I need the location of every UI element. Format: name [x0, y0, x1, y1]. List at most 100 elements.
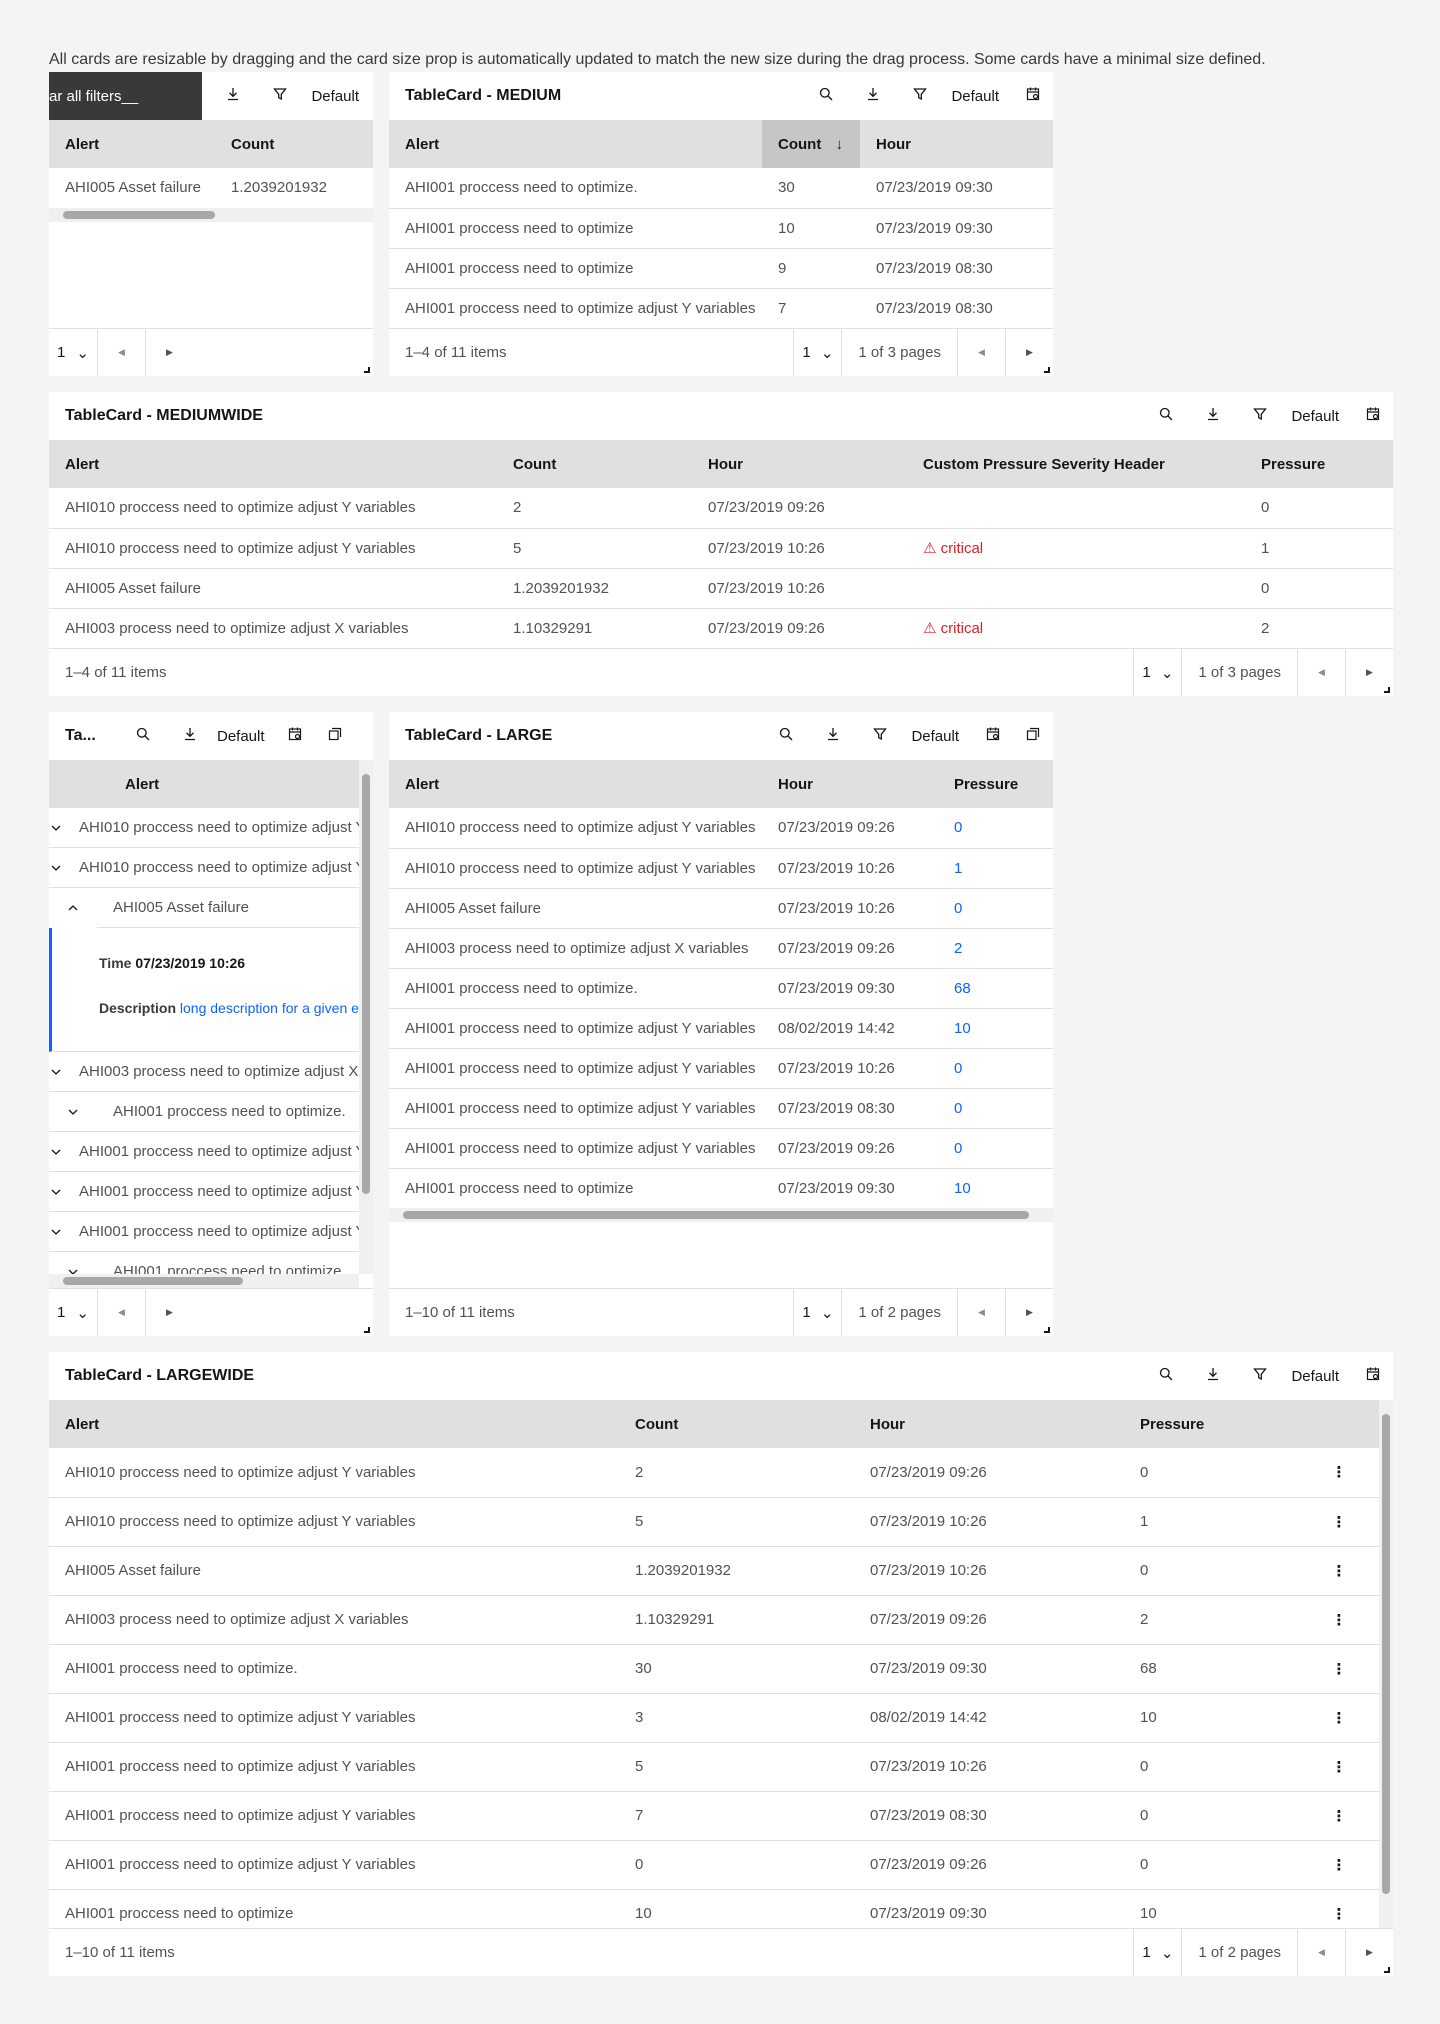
column-header-count[interactable]: Count ↓	[762, 120, 860, 168]
table-row[interactable]: AHI001 proccess need to optimize adjust …	[389, 1048, 1053, 1089]
page-select[interactable]: 1 ⌄	[1133, 1928, 1181, 1976]
column-header-hour[interactable]: Hour	[860, 120, 1053, 168]
row-overflow-menu-button[interactable]: ⋮	[1299, 1644, 1379, 1694]
prev-page-button[interactable]: ◀	[957, 328, 1005, 376]
table-row[interactable]: AHI001 proccess need to optimize 10 07/23/…	[49, 1889, 1379, 1928]
table-row[interactable]: AHI001 proccess need to optimize adjust …	[49, 1132, 359, 1172]
prev-page-button[interactable]: ◀	[1297, 648, 1345, 696]
table-row[interactable]: AHI010 proccess need to optimize adjust …	[49, 1497, 1379, 1547]
filter-button[interactable]	[896, 72, 943, 120]
view-default-label[interactable]: Default	[1283, 1368, 1353, 1385]
cell-pressure[interactable]: 0	[938, 1128, 1053, 1169]
table-row-expanded[interactable]: AHI005 Asset failure	[49, 888, 359, 928]
column-header-pressure[interactable]: Pressure	[1245, 440, 1393, 488]
table-row[interactable]: AHI003 process need to optimize adjust X…	[49, 1595, 1379, 1645]
cell-pressure[interactable]: 68	[938, 968, 1053, 1009]
page-select[interactable]: 1 ⌄	[793, 328, 841, 376]
view-default-label[interactable]: Default	[903, 728, 973, 745]
table-row[interactable]: AHI003 process need to optimize adjust X…	[49, 608, 1393, 649]
row-overflow-menu-button[interactable]: ⋮	[1299, 1448, 1379, 1498]
clear-all-filters-button[interactable]: ar all filters__	[49, 72, 202, 120]
row-overflow-menu-button[interactable]: ⋮	[1299, 1546, 1379, 1596]
table-row[interactable]: AHI001 proccess need to optimize adjust …	[389, 288, 1053, 329]
search-button[interactable]	[762, 712, 809, 760]
row-overflow-menu-button[interactable]: ⋮	[1299, 1840, 1379, 1890]
column-settings-button[interactable]	[275, 712, 315, 760]
table-row[interactable]: AHI005 Asset failure 07/23/2019 10:26 0	[389, 888, 1053, 929]
view-default-label[interactable]: Default	[303, 88, 373, 105]
column-header-hour[interactable]: Hour	[762, 760, 938, 808]
filter-button[interactable]	[1236, 1352, 1283, 1400]
table-row[interactable]: AHI001 proccess need to optimize. 30 07/23…	[389, 168, 1053, 209]
column-header-hour[interactable]: Hour	[692, 440, 907, 488]
prev-page-button[interactable]: ◀	[1297, 1928, 1345, 1976]
column-header-alert[interactable]: Alert	[49, 1400, 619, 1448]
column-header-count[interactable]: Count	[497, 440, 692, 488]
table-row[interactable]: AHI001 proccess need to optimize adjust …	[49, 1212, 359, 1252]
chevron-up-icon[interactable]	[49, 901, 97, 915]
cell-pressure[interactable]: 1	[938, 848, 1053, 889]
resize-handle[interactable]	[1384, 1967, 1390, 1973]
table-row[interactable]: AHI001 proccess need to optimize 10 07/23/…	[389, 208, 1053, 249]
download-button[interactable]	[1189, 1352, 1236, 1400]
prev-page-button[interactable]: ◀	[97, 328, 145, 376]
table-row[interactable]: AHI001 proccess need to optimize. 07/23/2…	[389, 968, 1053, 1009]
cell-pressure[interactable]: 10	[938, 1168, 1053, 1209]
page-select[interactable]: 1 ⌄	[49, 329, 97, 377]
row-overflow-menu-button[interactable]: ⋮	[1299, 1595, 1379, 1645]
download-button[interactable]	[809, 712, 856, 760]
column-header-alert[interactable]: Alert	[49, 120, 215, 168]
view-default-label[interactable]: Default	[213, 728, 275, 745]
cell-pressure[interactable]: 0	[938, 1048, 1053, 1089]
table-row[interactable]: AHI005 Asset failure 1.2039201932	[49, 168, 373, 209]
prev-page-button[interactable]: ◀	[97, 1288, 145, 1336]
column-header-alert[interactable]: Alert	[49, 760, 359, 808]
search-button[interactable]	[119, 712, 166, 760]
table-row[interactable]: AHI001 proccess need to optimize adjust …	[389, 1008, 1053, 1049]
next-page-button[interactable]: ▶	[145, 1288, 193, 1336]
search-button[interactable]	[1142, 1352, 1189, 1400]
resize-handle[interactable]	[364, 367, 370, 373]
filter-button[interactable]	[1236, 392, 1283, 440]
cell-pressure[interactable]: 2	[938, 928, 1053, 969]
table-row[interactable]: AHI001 proccess need to optimize adjust …	[49, 1172, 359, 1212]
cell-pressure[interactable]: 0	[938, 888, 1053, 929]
horizontal-scrollbar[interactable]	[49, 1274, 359, 1288]
download-button[interactable]	[1189, 392, 1236, 440]
chevron-down-icon[interactable]	[49, 861, 63, 875]
download-button[interactable]	[209, 72, 256, 120]
table-row[interactable]: AHI005 Asset failure 1.2039201932 07/23/20…	[49, 568, 1393, 609]
resize-handle[interactable]	[1044, 1327, 1050, 1333]
table-row[interactable]: AHI001 proccess need to optimize adjust …	[49, 1791, 1379, 1841]
table-row[interactable]: AHI001 proccess need to optimize 9 07/23/2…	[389, 248, 1053, 289]
column-settings-button[interactable]	[1013, 72, 1053, 120]
table-row[interactable]: AHI001 proccess need to optimize adjust …	[49, 1693, 1379, 1743]
table-row[interactable]: AHI010 proccess need to optimize adjust …	[49, 808, 359, 848]
filter-button[interactable]	[856, 712, 903, 760]
resize-handle[interactable]	[1384, 687, 1390, 693]
table-row[interactable]: AHI001 proccess need to optimize 07/23/20…	[389, 1168, 1053, 1209]
download-button[interactable]	[849, 72, 896, 120]
table-row[interactable]: AHI010 proccess need to optimize adjust …	[389, 808, 1053, 849]
table-row[interactable]: AHI001 proccess need to optimize	[49, 1252, 359, 1274]
page-select[interactable]: 1 ⌄	[1133, 648, 1181, 696]
column-settings-button[interactable]	[1353, 1352, 1393, 1400]
row-overflow-menu-button[interactable]: ⋮	[1299, 1889, 1379, 1928]
page-select[interactable]: 1 ⌄	[793, 1288, 841, 1336]
table-row[interactable]: AHI001 proccess need to optimize adjust …	[389, 1128, 1053, 1169]
table-row[interactable]: AHI001 proccess need to optimize adjust …	[49, 1840, 1379, 1890]
chevron-down-icon[interactable]	[49, 1065, 63, 1079]
chevron-down-icon[interactable]	[49, 1265, 97, 1274]
column-header-count[interactable]: Count	[619, 1400, 854, 1448]
next-page-button[interactable]: ▶	[145, 328, 193, 376]
table-row[interactable]: AHI001 proccess need to optimize adjust …	[389, 1088, 1053, 1129]
row-overflow-menu-button[interactable]: ⋮	[1299, 1791, 1379, 1841]
row-overflow-menu-button[interactable]: ⋮	[1299, 1693, 1379, 1743]
cell-pressure[interactable]: 0	[938, 1088, 1053, 1129]
row-overflow-menu-button[interactable]: ⋮	[1299, 1497, 1379, 1547]
chevron-down-icon[interactable]	[49, 1185, 63, 1199]
column-header-severity[interactable]: Custom Pressure Severity Header	[907, 440, 1245, 488]
download-button[interactable]	[166, 712, 213, 760]
cell-pressure[interactable]: 10	[938, 1008, 1053, 1049]
column-header-count[interactable]: Count	[215, 120, 373, 168]
